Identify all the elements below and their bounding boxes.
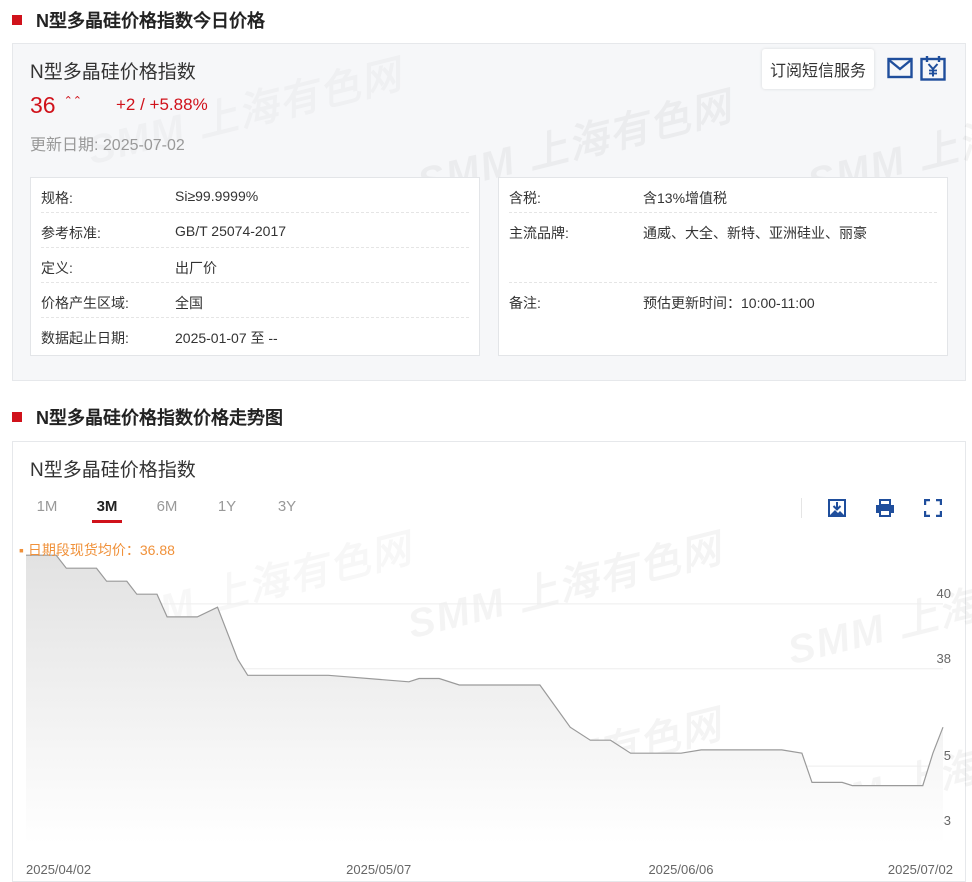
spec-key: 定义: — [41, 260, 73, 276]
spec-row: 备注: 预估更新时间：10:00-11:00 — [509, 283, 937, 318]
spec-row: 主流品牌: 通威、大全、新特、亚洲硅业、丽豪 — [509, 213, 937, 283]
spec-row: 定义: 出厂价 — [41, 248, 469, 283]
x-tick-label: 2025/06/06 — [648, 862, 713, 877]
y-tick-label: 38 — [937, 651, 951, 666]
spec-key: 数据起止日期: — [41, 330, 129, 346]
spec-value: GB/T 25074-2017 — [175, 223, 287, 239]
current-price: 36 ⌃⌃ — [30, 92, 82, 119]
price-up-icon: ⌃⌃ — [63, 95, 83, 107]
spec-table-left: 规格: Si≥99.9999% 参考标准: GB/T 25074-2017 定义… — [30, 177, 480, 356]
spec-value: 2025-01-07 至 -- — [175, 330, 278, 346]
spec-row: 含税: 含13%增值税 — [509, 178, 937, 213]
section-marker — [12, 412, 22, 422]
spec-value: 全国 — [175, 295, 203, 311]
spec-key: 参考标准: — [41, 225, 101, 241]
section-title-text: N型多晶硅价格指数价格走势图 — [36, 408, 283, 428]
price-change: +2 / +5.88% — [116, 95, 208, 114]
spec-row: 数据起止日期: 2025-01-07 至 -- — [41, 318, 469, 353]
spec-key: 主流品牌: — [509, 225, 569, 241]
y-tick-label: 40 — [937, 586, 951, 601]
price-value: 36 — [30, 92, 56, 118]
price-card: SMM 上海有色网 SMM 上海有色网 SMM 上海有色网 N型多晶硅价格指数 … — [12, 43, 972, 381]
product-name: N型多晶硅价格指数 — [30, 62, 196, 83]
section-title-text: N型多晶硅价格指数今日价格 — [36, 11, 265, 31]
price-calendar-icon[interactable] — [919, 54, 947, 82]
spec-row: 参考标准: GB/T 25074-2017 — [41, 213, 469, 248]
subscribe-sms-button[interactable]: 订阅短信服务 — [762, 49, 874, 89]
spec-value: 预估更新时间：10:00-11:00 — [643, 295, 815, 311]
mail-icon[interactable] — [886, 54, 914, 82]
x-tick-label: 2025/05/07 — [346, 862, 411, 877]
spec-table-right: 含税: 含13%增值税 主流品牌: 通威、大全、新特、亚洲硅业、丽豪 备注: 预… — [498, 177, 948, 356]
avg-price-text: 日期段现货均价：36.88 — [27, 542, 175, 558]
x-tick-label: 2025/07/02 — [888, 862, 953, 877]
chart-card: N型多晶硅价格指数 1M 3M 6M 1Y 3Y SMM 上海有色网 SMM 上… — [12, 441, 972, 882]
spec-row: 规格: Si≥99.9999% — [41, 178, 469, 213]
spec-value: 出厂价 — [175, 260, 217, 276]
avg-price-label: ▪ 日期段现货均价：36.88 — [19, 542, 175, 558]
update-date: 更新日期: 2025-07-02 — [30, 137, 185, 154]
spec-key: 含税: — [509, 190, 541, 206]
spec-value: 含13%增值税 — [643, 190, 728, 206]
section-marker — [12, 15, 22, 25]
series-area — [26, 555, 943, 844]
spec-key: 价格产生区域: — [41, 295, 129, 311]
section-title-price-trend: N型多晶硅价格指数价格走势图 — [12, 405, 283, 429]
spec-row: 价格产生区域: 全国 — [41, 283, 469, 318]
spec-value: Si≥99.9999% — [175, 188, 259, 204]
section-title-today-price: N型多晶硅价格指数今日价格 — [12, 8, 265, 32]
spec-value: 通威、大全、新特、亚洲硅业、丽豪 — [643, 225, 867, 241]
spec-key: 备注: — [509, 295, 541, 311]
x-tick-label: 2025/04/02 — [26, 862, 91, 877]
price-trend-chart: 333538402025/04/02 2025/05/07 2025/06/06 20… — [26, 554, 953, 877]
spec-key: 规格: — [41, 190, 73, 206]
